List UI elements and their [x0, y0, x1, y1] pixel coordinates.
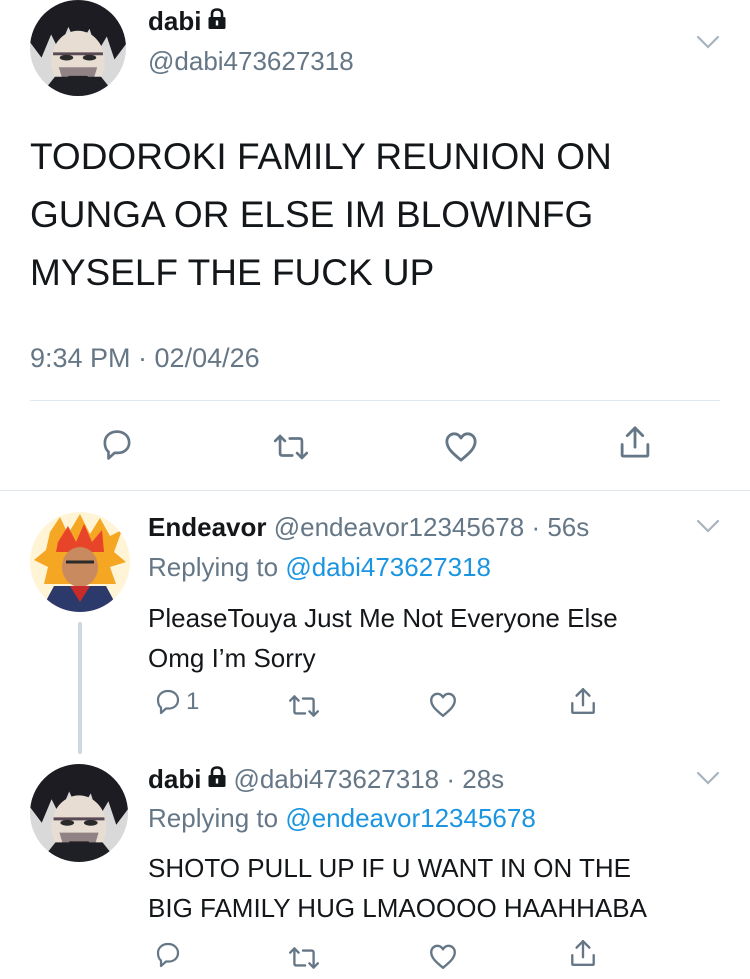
reply-icon[interactable] — [100, 428, 134, 462]
author-name-row: dabi — [148, 6, 227, 36]
chevron-down-icon[interactable] — [696, 770, 720, 786]
avatar[interactable] — [30, 764, 128, 862]
lock-icon — [208, 766, 226, 787]
handle[interactable]: @dabi473627318 — [148, 46, 354, 76]
tweet-text-line: MYSELF THE FUCK UP — [30, 252, 435, 293]
retweet-icon[interactable] — [288, 943, 320, 973]
share-icon[interactable] — [568, 686, 598, 716]
tweet-text-line: PleaseTouya Just Me Not Everyone Else — [148, 603, 618, 633]
divider — [0, 490, 750, 491]
replying-to: Replying to @dabi473627318 — [148, 552, 491, 582]
display-name[interactable]: dabi — [148, 6, 201, 36]
reply-action[interactable]: 1 — [154, 688, 199, 716]
like-icon[interactable] — [443, 428, 479, 464]
timestamp[interactable]: 9:34 PM · 02/04/26 — [30, 342, 260, 374]
replying-to-link[interactable]: @endeavor12345678 — [285, 803, 536, 833]
tweet-text: PleaseTouya Just Me Not Everyone Else Om… — [148, 598, 618, 678]
replying-to-label: Replying to — [148, 803, 279, 833]
tweet-text-line: GUNGA OR ELSE IM BLOWINFG — [30, 194, 594, 235]
divider — [30, 400, 720, 401]
avatar[interactable] — [30, 0, 126, 96]
chevron-down-icon[interactable] — [696, 518, 720, 534]
reply-icon[interactable] — [154, 941, 182, 969]
replying-to-link[interactable]: @dabi473627318 — [285, 552, 491, 582]
share-icon[interactable] — [617, 424, 653, 460]
tweet-text: SHOTO PULL UP IF U WANT IN ON THE BIG FA… — [148, 848, 647, 928]
tweet-text-line: Omg I’m Sorry — [148, 643, 316, 673]
tweet-text-line: BIG FAMILY HUG LMAOOOO HAAHHABA — [148, 893, 647, 923]
replying-to: Replying to @endeavor12345678 — [148, 803, 536, 833]
replying-to-label: Replying to — [148, 552, 279, 582]
share-icon[interactable] — [568, 938, 598, 968]
handle-and-time[interactable]: @dabi473627318 · 28s — [233, 764, 504, 794]
avatar[interactable] — [30, 512, 130, 612]
reply-header: Endeavor @endeavor12345678 · 56s — [148, 512, 589, 542]
like-icon[interactable] — [428, 689, 458, 719]
handle-and-time[interactable]: @endeavor12345678 · 56s — [274, 512, 590, 542]
tweet-text-line: TODOROKI FAMILY REUNION ON — [30, 136, 612, 177]
tweet-text: TODOROKI FAMILY REUNION ON GUNGA OR ELSE… — [30, 128, 720, 302]
reply-count: 1 — [186, 688, 200, 715]
retweet-icon[interactable] — [272, 430, 310, 464]
like-icon[interactable] — [428, 941, 458, 971]
chevron-down-icon[interactable] — [696, 34, 720, 50]
reply-header: dabi @dabi473627318 · 28s — [148, 764, 504, 794]
display-name[interactable]: dabi — [148, 764, 201, 794]
display-name[interactable]: Endeavor — [148, 512, 267, 542]
thread-line — [78, 622, 82, 754]
retweet-icon[interactable] — [288, 691, 320, 721]
reply-icon — [156, 689, 180, 715]
tweet-text-line: SHOTO PULL UP IF U WANT IN ON THE — [148, 853, 632, 883]
lock-icon — [208, 8, 226, 29]
